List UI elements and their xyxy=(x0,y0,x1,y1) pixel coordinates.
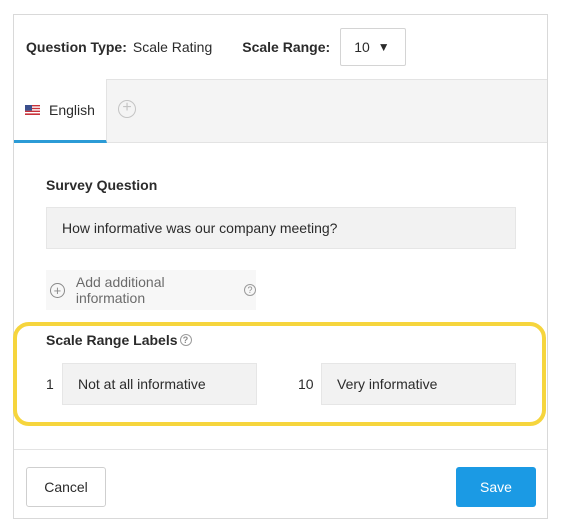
add-additional-info-button[interactable]: + Add additional information ? xyxy=(46,270,256,310)
caret-down-icon: ▼ xyxy=(377,40,390,54)
survey-question-title: Survey Question xyxy=(46,177,158,193)
scale-high-number: 10 xyxy=(298,376,314,392)
scale-range-label: Scale Range: xyxy=(242,39,331,55)
scale-range-labels-title: Scale Range Labels xyxy=(46,332,178,348)
dialog-footer: Cancel Save xyxy=(14,449,547,519)
plus-circle-icon: + xyxy=(50,282,65,298)
help-icon[interactable]: ? xyxy=(244,284,256,296)
language-tab-bar: English + xyxy=(14,79,547,143)
scale-low-label-input[interactable]: Not at all informative xyxy=(62,363,257,405)
tab-english[interactable]: English xyxy=(14,79,107,143)
scale-high-label-input[interactable]: Very informative xyxy=(321,363,516,405)
help-icon[interactable]: ? xyxy=(179,334,192,346)
tab-english-label: English xyxy=(49,101,95,118)
add-language-icon[interactable]: + xyxy=(118,100,136,118)
add-additional-info-label: Add additional information xyxy=(75,274,165,306)
save-button[interactable]: Save xyxy=(456,467,536,507)
survey-question-input[interactable]: How informative was our company meeting? xyxy=(46,207,516,249)
question-settings-bar: Question Type: Scale Rating Scale Range:… xyxy=(14,15,547,79)
question-editor-panel: Question Type: Scale Rating Scale Range:… xyxy=(13,14,548,519)
scale-low-number: 1 xyxy=(46,376,54,392)
us-flag-icon xyxy=(25,104,40,115)
scale-range-value: 10 xyxy=(354,39,370,55)
scale-range-labels-heading: Scale Range Labels ? xyxy=(46,332,192,348)
scale-range-select[interactable]: 10 ▼ xyxy=(340,28,407,66)
cancel-button[interactable]: Cancel xyxy=(26,467,106,507)
question-type-label: Question Type: xyxy=(26,39,127,55)
question-type-value: Scale Rating xyxy=(132,39,213,55)
